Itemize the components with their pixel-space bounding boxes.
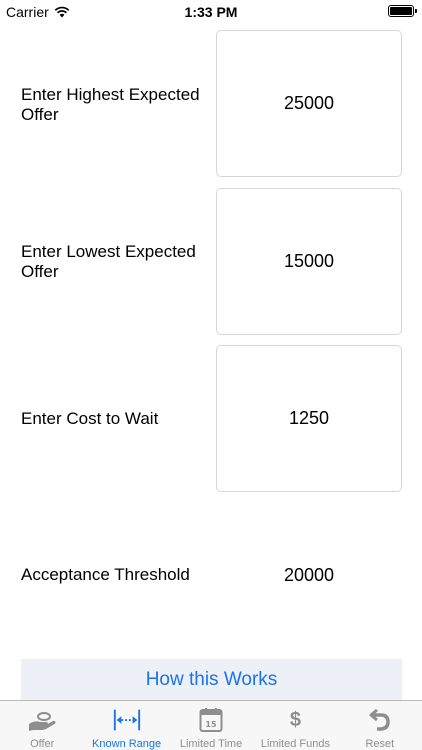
highest-offer-label: Enter Highest Expected Offer	[21, 85, 200, 124]
highest-offer-field[interactable]: 25000	[216, 30, 402, 177]
status-bar: Carrier 1:33 PM	[0, 0, 422, 24]
tab-known-range-label: Known Range	[92, 738, 162, 750]
acceptance-threshold-value: 20000	[283, 565, 335, 585]
acceptance-threshold-label: Acceptance Threshold	[21, 565, 190, 584]
tab-limited-funds-label: Limited Funds	[260, 738, 330, 750]
lowest-offer-field[interactable]: 15000	[216, 188, 402, 335]
tab-reset-label: Reset	[365, 738, 395, 750]
tab-reset[interactable]: Reset	[338, 701, 422, 750]
tab-known-range[interactable]: Known Range	[84, 701, 168, 750]
cost-to-wait-field[interactable]: 1250	[216, 345, 402, 492]
battery-icon	[388, 5, 417, 17]
hand-offer-icon	[27, 705, 57, 735]
tab-limited-time-label: Limited Time	[179, 738, 243, 750]
dollar-icon-glyph: $	[289, 708, 301, 731]
tab-offer[interactable]: Offer	[0, 701, 84, 750]
cost-to-wait-label: Enter Cost to Wait	[21, 409, 159, 428]
range-arrows-icon	[112, 705, 142, 735]
how-this-works-button[interactable]: How this Works	[21, 659, 402, 701]
calendar-icon-day: 15	[205, 720, 217, 729]
reset-arrow-icon	[365, 705, 395, 735]
dollar-icon: $	[280, 705, 310, 735]
tab-offer-label: Offer	[30, 738, 55, 750]
tab-bar: Offer Known Range 15 Limited Time $ Limi…	[0, 700, 422, 750]
tab-limited-time[interactable]: 15 Limited Time	[169, 701, 253, 750]
lowest-offer-label: Enter Lowest Expected Offer	[21, 242, 196, 281]
status-time: 1:33 PM	[184, 4, 238, 20]
calendar-icon: 15	[196, 705, 226, 735]
tab-limited-funds[interactable]: $ Limited Funds	[253, 701, 337, 750]
